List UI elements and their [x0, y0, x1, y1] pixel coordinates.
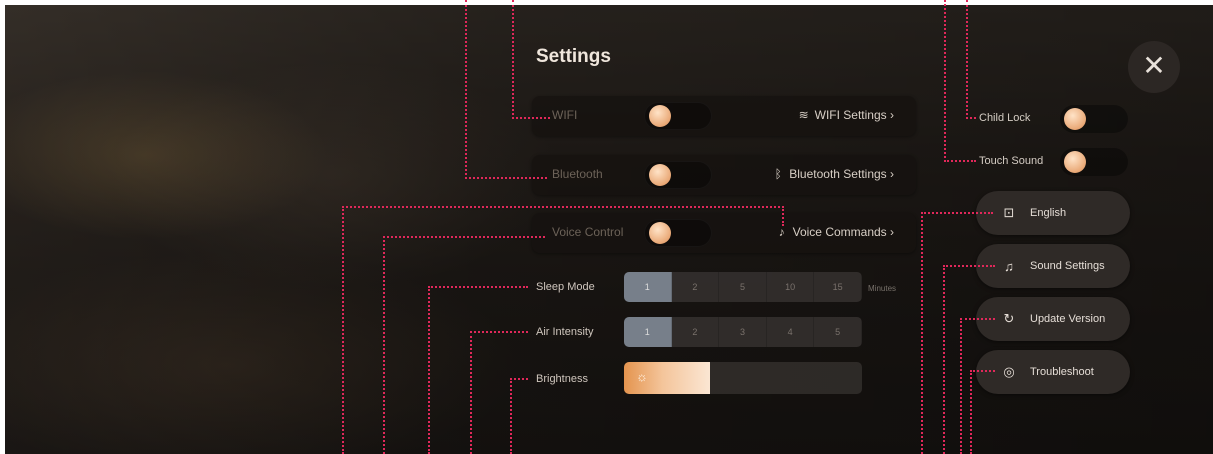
sleep-option[interactable]: 1: [624, 272, 672, 302]
troubleshoot-label: Troubleshoot: [1030, 366, 1094, 378]
guide-line: [960, 318, 962, 454]
guide-line: [970, 370, 995, 372]
guide-line: [944, 0, 946, 162]
wifi-row: WIFI ≋ WIFI Settings ›: [532, 96, 916, 136]
wifi-label: WIFI: [552, 108, 578, 122]
sun-icon: ☼: [636, 369, 648, 384]
touch-sound-label: Touch Sound: [979, 155, 1044, 167]
language-icon: ⊡: [1003, 205, 1015, 220]
sleep-option[interactable]: 2: [672, 272, 720, 302]
guide-line: [512, 0, 514, 119]
toggle-knob: [1064, 151, 1086, 173]
sleep-mode-label: Sleep Mode: [536, 281, 595, 293]
sound-settings-label: Sound Settings: [1030, 260, 1105, 272]
touch-sound-toggle[interactable]: [1060, 148, 1128, 176]
guide-line: [782, 206, 784, 226]
sound-settings-button[interactable]: ♫ Sound Settings: [976, 244, 1130, 288]
toggle-knob: [1064, 108, 1086, 130]
air-intensity-label: Air Intensity: [536, 326, 594, 338]
air-option[interactable]: 1: [624, 317, 672, 347]
close-button[interactable]: ✕: [1128, 41, 1180, 93]
sleep-option[interactable]: 15: [814, 272, 862, 302]
bluetooth-toggle[interactable]: [644, 161, 712, 189]
troubleshoot-icon: ◎: [1003, 364, 1015, 379]
wifi-settings-label: WIFI Settings ›: [814, 108, 894, 122]
guide-line: [465, 0, 467, 179]
guide-line: [383, 236, 545, 238]
troubleshoot-button[interactable]: ◎ Troubleshoot: [976, 350, 1130, 394]
child-lock-label: Child Lock: [979, 112, 1031, 124]
wifi-settings-link[interactable]: ≋ WIFI Settings ›: [797, 108, 894, 122]
toggle-knob: [649, 105, 671, 127]
page-title: Settings: [536, 46, 611, 67]
microphone-icon: ♪: [778, 225, 785, 239]
voice-commands-link[interactable]: ♪ Voice Commands ›: [775, 225, 894, 239]
sleep-unit-label: Minutes: [868, 284, 897, 293]
guide-line: [510, 378, 512, 454]
guide-line: [970, 370, 972, 454]
wifi-icon: ≋: [798, 108, 809, 122]
sleep-mode-selector: 1 2 5 10 15: [624, 272, 862, 302]
guide-line: [342, 206, 784, 208]
voice-control-label: Voice Control: [552, 225, 624, 239]
guide-line: [470, 331, 528, 333]
guide-line: [428, 286, 528, 288]
guide-line: [960, 318, 995, 320]
guide-line: [383, 236, 385, 454]
voice-control-toggle[interactable]: [644, 219, 712, 247]
bluetooth-icon: ᛒ: [774, 167, 782, 181]
wifi-toggle[interactable]: [644, 102, 712, 130]
language-label: English: [1030, 207, 1067, 219]
brightness-label: Brightness: [536, 373, 588, 385]
guide-line: [342, 206, 344, 454]
bluetooth-label: Bluetooth: [552, 167, 603, 181]
refresh-icon: ↻: [1003, 311, 1015, 326]
guide-line: [966, 0, 968, 119]
brightness-slider[interactable]: ☼: [624, 362, 862, 394]
guide-line: [465, 177, 547, 179]
guide-line: [943, 265, 995, 267]
voice-commands-label: Voice Commands ›: [792, 225, 894, 239]
sleep-option[interactable]: 10: [767, 272, 815, 302]
guide-line: [944, 160, 976, 162]
toggle-knob: [649, 164, 671, 186]
child-lock-toggle[interactable]: [1060, 105, 1128, 133]
air-option[interactable]: 3: [719, 317, 767, 347]
guide-line: [470, 331, 472, 454]
guide-line: [921, 212, 923, 454]
guide-line: [943, 265, 945, 454]
bluetooth-settings-label: Bluetooth Settings ›: [789, 167, 894, 181]
update-version-button[interactable]: ↻ Update Version: [976, 297, 1130, 341]
guide-line: [921, 212, 993, 214]
guide-line: [966, 117, 976, 119]
air-option[interactable]: 5: [814, 317, 862, 347]
update-version-label: Update Version: [1030, 313, 1106, 325]
guide-line: [428, 286, 430, 454]
voice-control-row: Voice Control ♪ Voice Commands ›: [532, 213, 916, 253]
air-option[interactable]: 4: [767, 317, 815, 347]
sleep-option[interactable]: 5: [719, 272, 767, 302]
sound-icon: ♫: [1004, 258, 1014, 274]
close-icon: ✕: [1142, 49, 1166, 82]
language-button[interactable]: ⊡ English: [976, 191, 1130, 235]
air-intensity-selector: 1 2 3 4 5: [624, 317, 862, 347]
bluetooth-row: Bluetooth ᛒ Bluetooth Settings ›: [532, 155, 916, 195]
guide-line: [510, 378, 528, 380]
bluetooth-settings-link[interactable]: ᛒ Bluetooth Settings ›: [771, 167, 894, 181]
guide-line: [512, 117, 550, 119]
toggle-knob: [649, 222, 671, 244]
air-option[interactable]: 2: [672, 317, 720, 347]
